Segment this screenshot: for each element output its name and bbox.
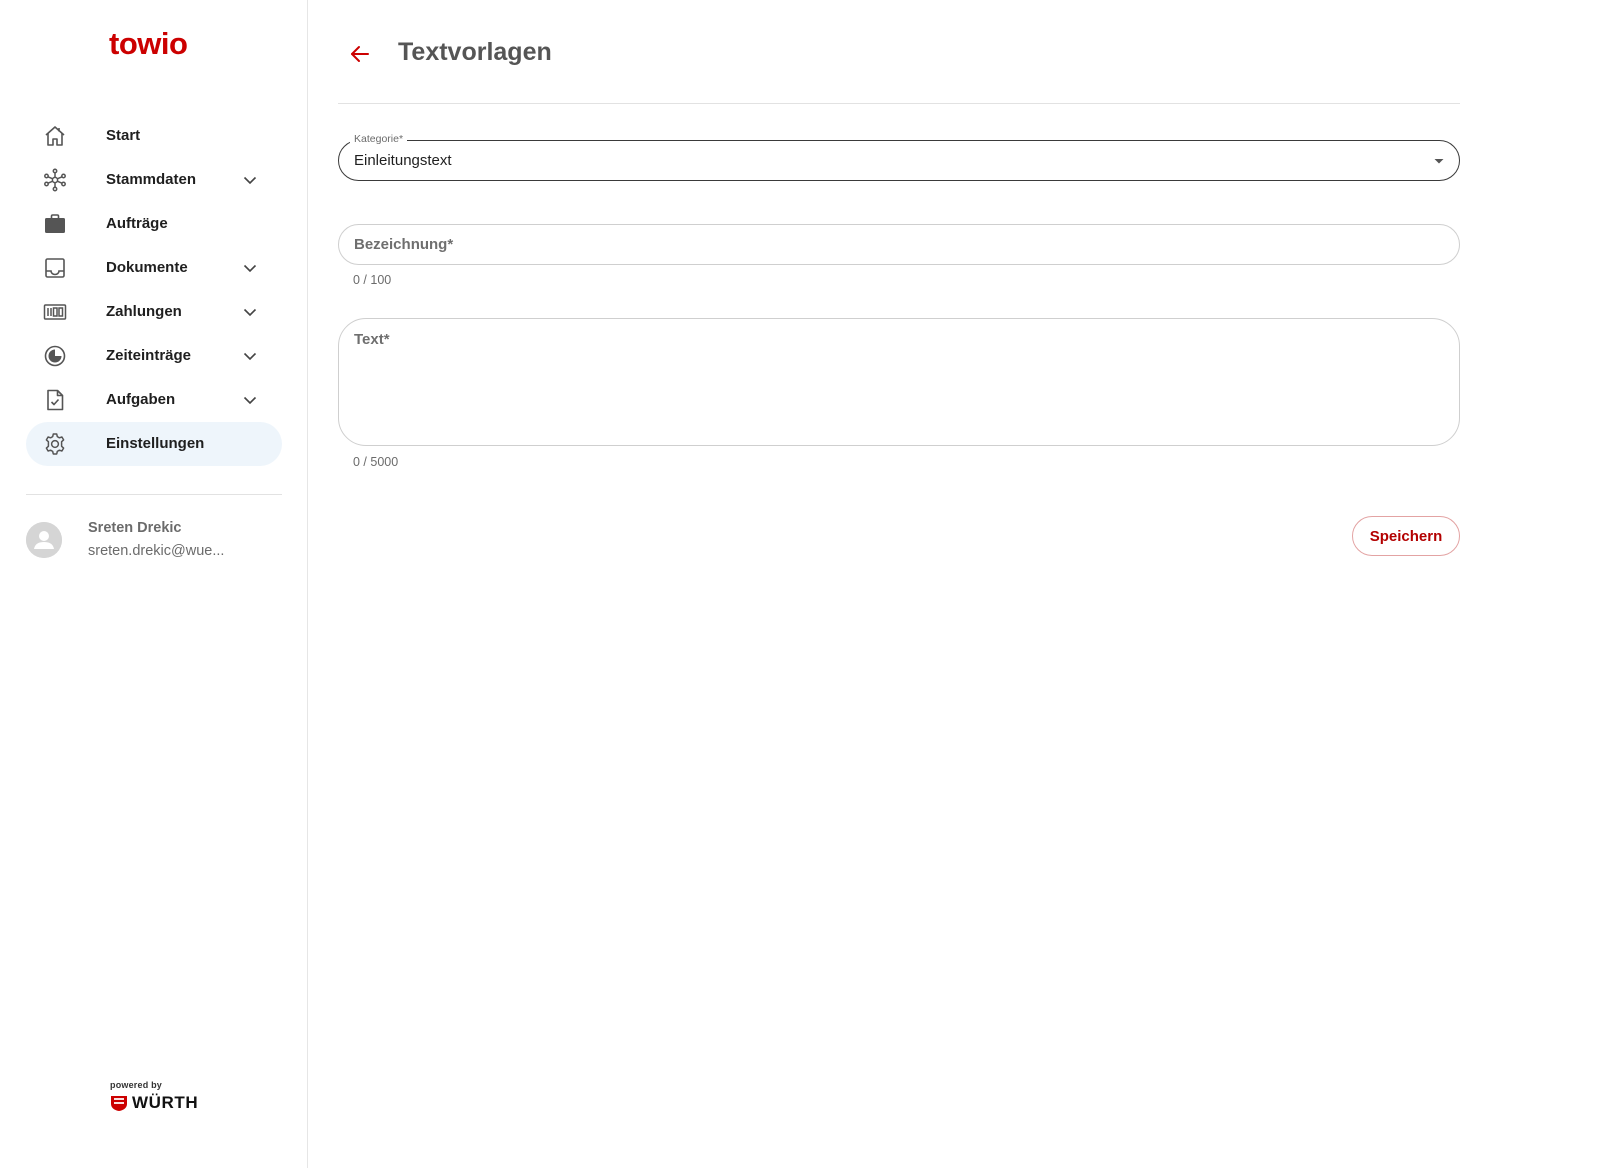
- inbox-icon: [43, 256, 67, 280]
- bezeichnung-field: [338, 224, 1460, 265]
- network-icon: [43, 168, 67, 192]
- sidebar-item-dokumente[interactable]: Dokumente: [26, 246, 282, 290]
- clock-icon: [43, 344, 67, 368]
- user-icon: [26, 522, 62, 558]
- chevron-down-icon[interactable]: [241, 303, 259, 321]
- chevron-down-icon[interactable]: [241, 347, 259, 365]
- sidebar-item-label: Zahlungen: [106, 303, 182, 320]
- sidebar-item-label: Einstellungen: [106, 435, 205, 452]
- arrow-left-icon: [351, 46, 369, 62]
- chevron-down-icon[interactable]: [241, 259, 259, 277]
- page-header: Textvorlagen: [338, 0, 1460, 104]
- sidebar-divider: [26, 494, 282, 495]
- sidebar-item-label: Aufträge: [106, 215, 168, 232]
- briefcase-icon: [43, 212, 67, 236]
- page-title: Textvorlagen: [398, 38, 552, 66]
- bezeichnung-input[interactable]: [339, 225, 1459, 264]
- chevron-down-icon[interactable]: [241, 391, 259, 409]
- text-textarea[interactable]: [339, 319, 1459, 445]
- wurth-logo: WÜRTH: [110, 1093, 210, 1113]
- sidebar-item-label: Aufgaben: [106, 391, 176, 408]
- wurth-text: WÜRTH: [132, 1093, 199, 1112]
- user-email: sreten.drekic@wue...: [88, 543, 225, 559]
- app-root: towio Start Stammdaten Aufträge Dokument…: [0, 0, 1618, 1168]
- sidebar-item-start[interactable]: Start: [26, 114, 282, 158]
- user-profile[interactable]: Sreten Drekic sreten.drekic@wue...: [26, 518, 282, 566]
- caret-down-icon: [1431, 153, 1447, 169]
- sidebar-item-stammdaten[interactable]: Stammdaten: [26, 158, 282, 202]
- sidebar-nav: Start Stammdaten Aufträge Dokumente Zahl…: [26, 114, 282, 466]
- back-button[interactable]: [346, 40, 374, 68]
- chevron-down-icon[interactable]: [241, 171, 259, 189]
- kategorie-label: Kategorie*: [350, 133, 408, 145]
- sidebar-item-aufgaben[interactable]: Aufgaben: [26, 378, 282, 422]
- kategorie-select[interactable]: Kategorie* Einleitungstext: [338, 133, 1460, 181]
- main-content: Textvorlagen Kategorie* Einleitungstext …: [338, 0, 1460, 1168]
- bezeichnung-counter: 0 / 100: [353, 273, 392, 287]
- sidebar-item-zeiteintraege[interactable]: Zeiteinträge: [26, 334, 282, 378]
- avatar: [26, 522, 62, 558]
- sidebar-item-zahlungen[interactable]: Zahlungen: [26, 290, 282, 334]
- sidebar: towio Start Stammdaten Aufträge Dokument…: [0, 0, 308, 1168]
- towio-logo[interactable]: towio: [109, 26, 188, 62]
- sidebar-item-label: Start: [106, 127, 141, 144]
- powered-by-wurth: powered by WÜRTH: [110, 1080, 210, 1113]
- kategorie-value: Einleitungstext: [354, 152, 452, 169]
- save-button[interactable]: Speichern: [1352, 516, 1460, 556]
- payments-icon: [43, 300, 67, 324]
- home-icon: [43, 124, 67, 148]
- sidebar-item-einstellungen[interactable]: Einstellungen: [26, 422, 282, 466]
- sidebar-item-auftraege[interactable]: Aufträge: [26, 202, 282, 246]
- text-field: [338, 318, 1460, 446]
- gear-icon: [43, 432, 67, 456]
- user-name: Sreten Drekic: [88, 520, 182, 536]
- sidebar-item-label: Zeiteinträge: [106, 347, 192, 364]
- task-file-icon: [43, 388, 67, 412]
- wurth-mark-icon: [111, 1096, 127, 1111]
- text-counter: 0 / 5000: [353, 455, 399, 469]
- powered-by-label: powered by: [110, 1080, 163, 1090]
- sidebar-item-label: Dokumente: [106, 259, 188, 276]
- sidebar-item-label: Stammdaten: [106, 171, 197, 188]
